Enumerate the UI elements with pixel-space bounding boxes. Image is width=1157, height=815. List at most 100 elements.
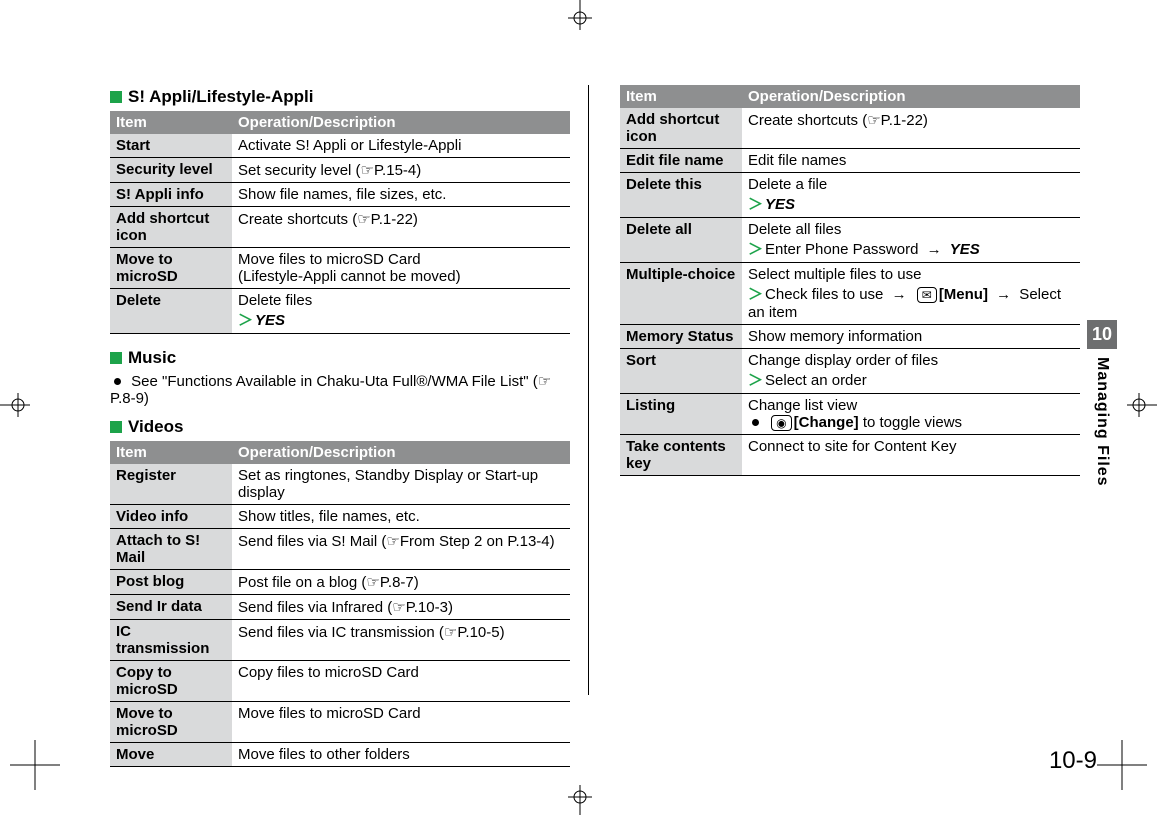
table-row: Video info Show titles, file names, etc.	[110, 505, 570, 529]
row-desc: Select multiple files to use＞Check files…	[742, 263, 1080, 325]
row-item: Take contents key	[620, 435, 742, 476]
row-item: S! Appli info	[110, 183, 232, 207]
section-music-heading: Music	[110, 348, 570, 368]
row-item: Post blog	[110, 570, 232, 595]
table-row: Move to microSD Move files to microSD Ca…	[110, 248, 570, 289]
row-desc: Copy files to microSD Card	[232, 661, 570, 702]
row-item: Sort	[620, 349, 742, 394]
row-item: Attach to S! Mail	[110, 529, 232, 570]
table-row: Start Activate S! Appli or Lifestyle-App…	[110, 134, 570, 158]
row-item: Memory Status	[620, 325, 742, 349]
table-row: Move Move files to other folders	[110, 743, 570, 767]
row-item: Start	[110, 134, 232, 158]
row-desc: Show file names, file sizes, etc.	[232, 183, 570, 207]
table-row: Add shortcut icon Create shortcuts (☞P.1…	[110, 207, 570, 248]
row-desc: Show memory information	[742, 325, 1080, 349]
section-title: Videos	[128, 417, 183, 437]
row-desc: Set security level (☞P.15-4)	[232, 158, 570, 183]
row-item: Send Ir data	[110, 595, 232, 620]
row-item: Add shortcut icon	[620, 108, 742, 149]
table-row: Delete Delete files＞YES	[110, 289, 570, 334]
section-videos-heading: Videos	[110, 417, 570, 437]
row-item: Delete all	[620, 218, 742, 263]
bullet-icon	[114, 378, 121, 385]
row-item: Copy to microSD	[110, 661, 232, 702]
continued-table: Item Operation/Description Add shortcut …	[620, 85, 1080, 476]
square-bullet-icon	[110, 352, 122, 364]
reg-mark-right	[1122, 385, 1157, 425]
appli-table: Item Operation/Description Start Activat…	[110, 111, 570, 334]
row-desc: Delete all files＞Enter Phone Password YE…	[742, 218, 1080, 263]
left-column: S! Appli/Lifestyle-Appli Item Operation/…	[110, 85, 570, 767]
note-text: See "Functions Available in Chaku-Uta Fu…	[110, 373, 551, 407]
table-row: IC transmission Send files via IC transm…	[110, 620, 570, 661]
right-column: Item Operation/Description Add shortcut …	[620, 85, 1080, 767]
content-columns: S! Appli/Lifestyle-Appli Item Operation/…	[110, 85, 1097, 767]
row-desc: Move files to other folders	[232, 743, 570, 767]
chapter-tab: 10 Managing Files	[1087, 320, 1117, 487]
table-row: Delete this Delete a file＞YES	[620, 173, 1080, 218]
table-header-row: Item Operation/Description	[620, 85, 1080, 108]
table-row: Add shortcut icon Create shortcuts (☞P.1…	[620, 108, 1080, 149]
table-row: Sort Change display order of files＞Selec…	[620, 349, 1080, 394]
row-desc: Post file on a blog (☞P.8-7)	[232, 570, 570, 595]
row-item: Move to microSD	[110, 702, 232, 743]
row-item: Move	[110, 743, 232, 767]
row-item: Video info	[110, 505, 232, 529]
table-row: Attach to S! Mail Send files via S! Mail…	[110, 529, 570, 570]
col-desc: Operation/Description	[742, 85, 1080, 108]
table-row: Post blog Post file on a blog (☞P.8-7)	[110, 570, 570, 595]
section-appli-heading: S! Appli/Lifestyle-Appli	[110, 87, 570, 107]
table-row: Multiple-choice Select multiple files to…	[620, 263, 1080, 325]
col-desc: Operation/Description	[232, 441, 570, 464]
table-row: Security level Set security level (☞P.15…	[110, 158, 570, 183]
table-row: Memory Status Show memory information	[620, 325, 1080, 349]
chapter-label: Managing Files	[1093, 357, 1111, 487]
table-row: Take contents key Connect to site for Co…	[620, 435, 1080, 476]
row-desc: Change display order of files＞Select an …	[742, 349, 1080, 394]
section-title: Music	[128, 348, 176, 368]
row-desc: Delete a file＞YES	[742, 173, 1080, 218]
row-desc: Move files to microSD Card	[232, 702, 570, 743]
row-desc: Move files to microSD Card(Lifestyle-App…	[232, 248, 570, 289]
row-desc: Create shortcuts (☞P.1-22)	[742, 108, 1080, 149]
row-item: Multiple-choice	[620, 263, 742, 325]
row-item: Register	[110, 464, 232, 505]
row-desc: Send files via S! Mail (☞From Step 2 on …	[232, 529, 570, 570]
reg-mark-left	[0, 385, 35, 425]
row-desc: Edit file names	[742, 149, 1080, 173]
col-item: Item	[110, 441, 232, 464]
col-desc: Operation/Description	[232, 111, 570, 134]
videos-table: Item Operation/Description Register Set …	[110, 441, 570, 767]
col-item: Item	[110, 111, 232, 134]
section-title: S! Appli/Lifestyle-Appli	[128, 87, 313, 107]
square-bullet-icon	[110, 421, 122, 433]
row-item: Delete this	[620, 173, 742, 218]
table-row: S! Appli info Show file names, file size…	[110, 183, 570, 207]
table-row: Register Set as ringtones, Standby Displ…	[110, 464, 570, 505]
page: S! Appli/Lifestyle-Appli Item Operation/…	[0, 0, 1157, 815]
row-desc: Show titles, file names, etc.	[232, 505, 570, 529]
row-desc: Send files via IC transmission (☞P.10-5)	[232, 620, 570, 661]
table-row: Listing Change list view ◉[Change] to to…	[620, 394, 1080, 435]
reg-mark-top	[560, 0, 600, 35]
row-item: Edit file name	[620, 149, 742, 173]
square-bullet-icon	[110, 91, 122, 103]
table-row: Copy to microSD Copy files to microSD Ca…	[110, 661, 570, 702]
table-header-row: Item Operation/Description	[110, 111, 570, 134]
row-item: IC transmission	[110, 620, 232, 661]
crop-mark-br	[1097, 740, 1147, 790]
row-desc: Set as ringtones, Standby Display or Sta…	[232, 464, 570, 505]
row-desc: Connect to site for Content Key	[742, 435, 1080, 476]
row-item: Add shortcut icon	[110, 207, 232, 248]
table-header-row: Item Operation/Description	[110, 441, 570, 464]
table-row: Move to microSD Move files to microSD Ca…	[110, 702, 570, 743]
crop-mark-bl	[10, 740, 60, 790]
page-number: 10-9	[1049, 747, 1097, 775]
row-item: Delete	[110, 289, 232, 334]
row-item: Move to microSD	[110, 248, 232, 289]
row-item: Listing	[620, 394, 742, 435]
chapter-number: 10	[1087, 320, 1117, 349]
music-note: See "Functions Available in Chaku-Uta Fu…	[110, 372, 570, 407]
col-item: Item	[620, 85, 742, 108]
